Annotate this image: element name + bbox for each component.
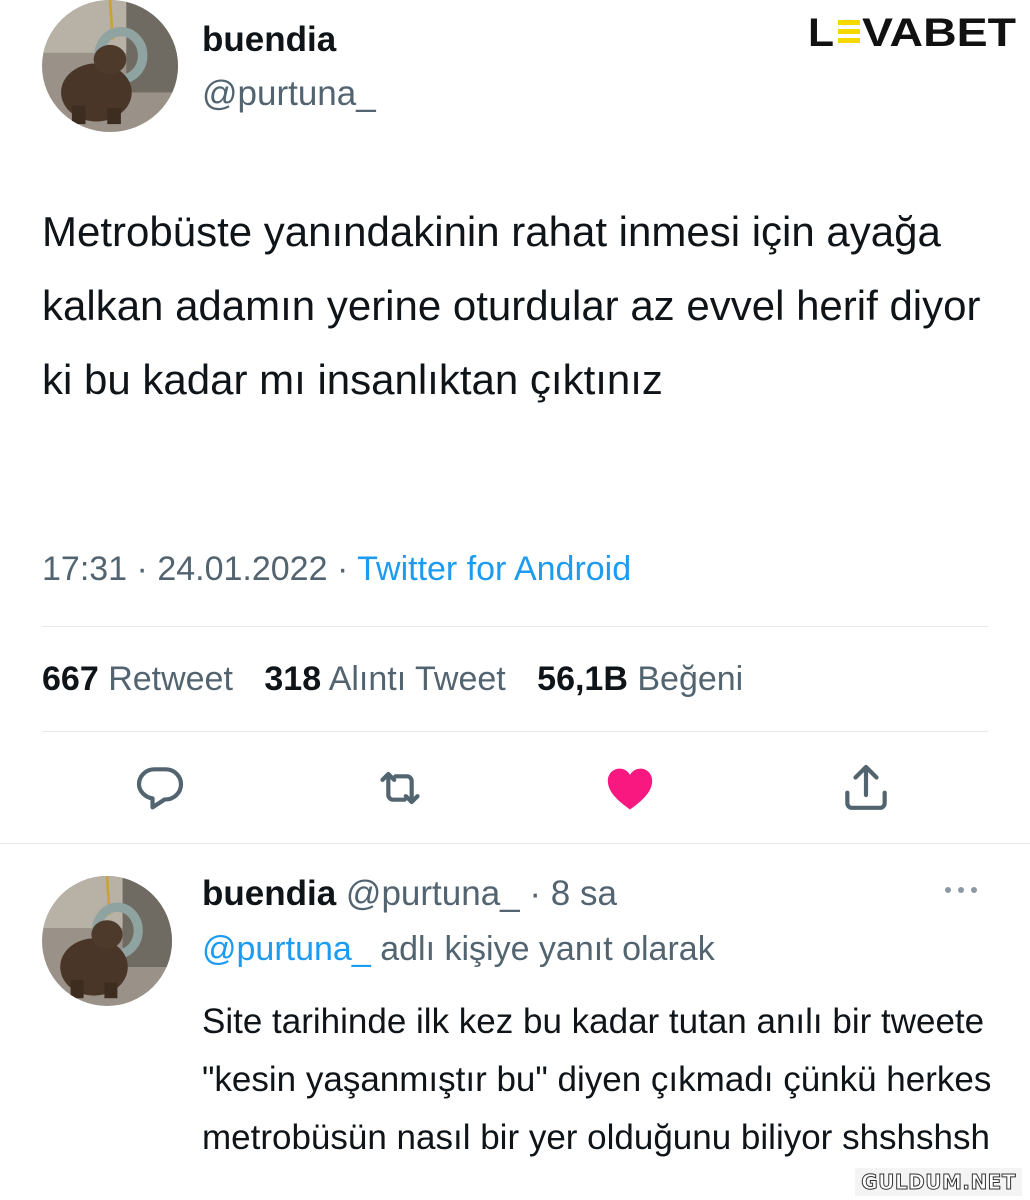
replying-to: @purtuna_ adlı kişiye yanıt olarak	[202, 930, 715, 969]
reply-text: Site tarihinde ilk kez bu kadar tutan an…	[202, 1002, 992, 1157]
reply-time[interactable]: 8 sa	[551, 874, 617, 913]
replying-label: adlı kişiye yanıt olarak	[380, 930, 715, 968]
more-icon	[945, 887, 977, 893]
display-name[interactable]: buendia	[202, 20, 336, 60]
quote-stat[interactable]: 318 Alıntı Tweet	[264, 660, 505, 698]
reply-icon	[136, 767, 184, 810]
retweet-label: Retweet	[108, 660, 233, 698]
quote-label: Alıntı Tweet	[328, 660, 506, 698]
divider	[42, 731, 988, 732]
avatar[interactable]	[42, 876, 172, 1006]
like-stat[interactable]: 56,1B Beğeni	[537, 660, 743, 698]
reply-display-name[interactable]: buendia	[202, 874, 336, 913]
retweet-count: 667	[42, 660, 99, 698]
user-handle[interactable]: @purtuna_	[202, 74, 376, 114]
tweet-meta: 17:31 · 24.01.2022 · Twitter for Android	[42, 550, 631, 589]
divider	[0, 843, 1030, 844]
svg-text:VABET: VABET	[862, 11, 1016, 52]
svg-text:L: L	[808, 11, 834, 52]
meta-separator: ·	[136, 550, 148, 588]
divider	[42, 626, 988, 627]
retweet-button[interactable]	[372, 760, 428, 816]
more-options-button[interactable]	[936, 880, 986, 900]
tweet-time[interactable]: 17:31	[42, 550, 127, 588]
watermark: GULDUM.NET	[855, 1168, 1022, 1196]
like-count: 56,1B	[537, 660, 628, 698]
tweet-stats: 667 Retweet 318 Alıntı Tweet 56,1B Beğen…	[42, 660, 765, 699]
share-icon	[845, 764, 887, 810]
meta-separator: ·	[336, 550, 349, 588]
tweet-source-link[interactable]: Twitter for Android	[357, 550, 631, 588]
tweet-date[interactable]: 24.01.2022	[157, 550, 327, 588]
avatar[interactable]	[42, 0, 178, 132]
meta-separator: ·	[529, 874, 542, 913]
tweet-text: Metrobüste yanındakinin rahat inmesi içi…	[42, 208, 981, 403]
retweet-stat[interactable]: 667 Retweet	[42, 660, 233, 698]
reply-button[interactable]	[132, 760, 188, 816]
reply-user-handle[interactable]: @purtuna_	[346, 874, 520, 913]
like-button[interactable]	[602, 760, 658, 816]
quote-count: 318	[264, 660, 322, 698]
retweet-icon	[380, 771, 420, 805]
reply-header: buendia @purtuna_ · 8 sa	[202, 874, 617, 914]
levabet-logo: L VABET	[808, 10, 1018, 55]
replying-mention-link[interactable]: @purtuna_	[202, 930, 371, 968]
heart-icon	[607, 768, 653, 810]
share-button[interactable]	[838, 760, 894, 816]
like-label: Beğeni	[637, 660, 744, 698]
